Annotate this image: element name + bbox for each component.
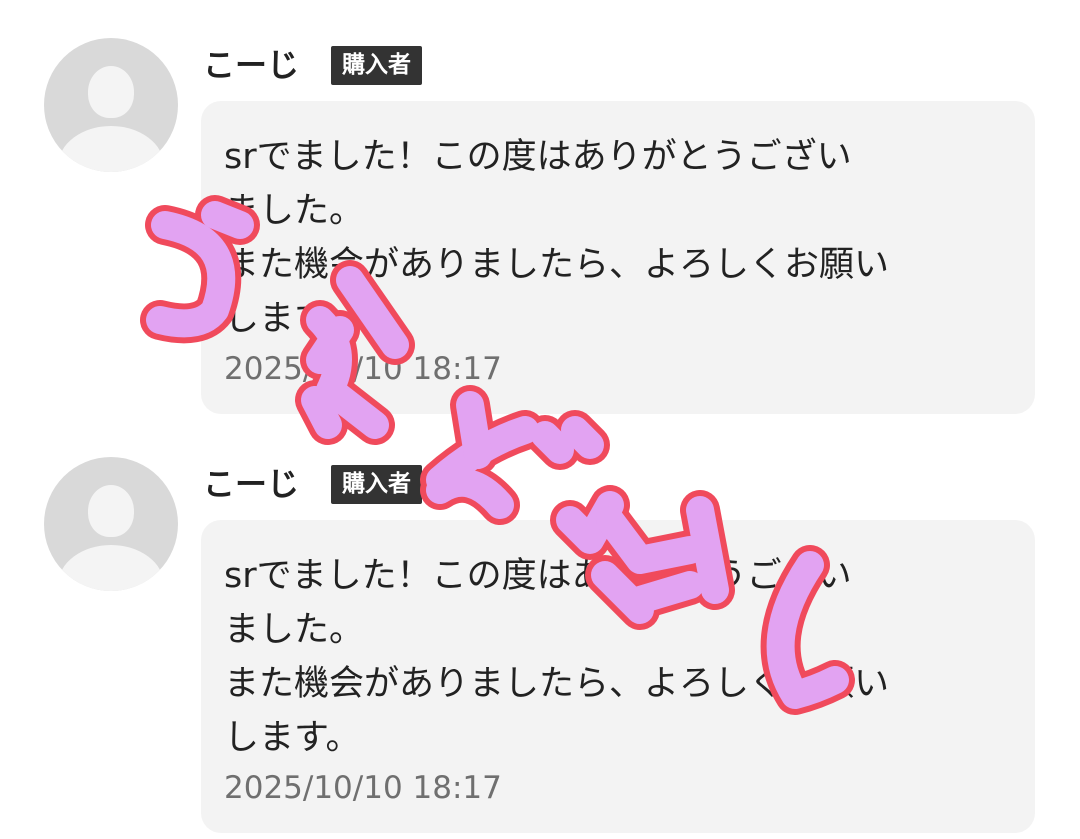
review-bubble: srでました！この度はありがとうござい ました。 また機会がありましたら、よろし… bbox=[201, 101, 1035, 414]
buyer-badge: 購入者 bbox=[331, 465, 422, 504]
reviewer-name[interactable]: こーじ bbox=[203, 464, 299, 504]
review-bubble: srでました！この度はありがとうござい ました。 また機会がありましたら、よろし… bbox=[201, 520, 1035, 833]
review-timestamp: 2025/10/10 18:17 bbox=[224, 351, 502, 387]
review-timestamp: 2025/10/10 18:17 bbox=[224, 770, 502, 806]
reviewer-name[interactable]: こーじ bbox=[203, 45, 299, 85]
buyer-badge: 購入者 bbox=[331, 46, 422, 85]
user-avatar-icon[interactable] bbox=[44, 38, 178, 172]
review-message: srでました！この度はありがとうござい ました。 また機会がありましたら、よろし… bbox=[224, 137, 890, 339]
review-message: srでました！この度はありがとうござい ました。 また機会がありましたら、よろし… bbox=[224, 556, 890, 758]
user-avatar-icon[interactable] bbox=[44, 457, 178, 591]
